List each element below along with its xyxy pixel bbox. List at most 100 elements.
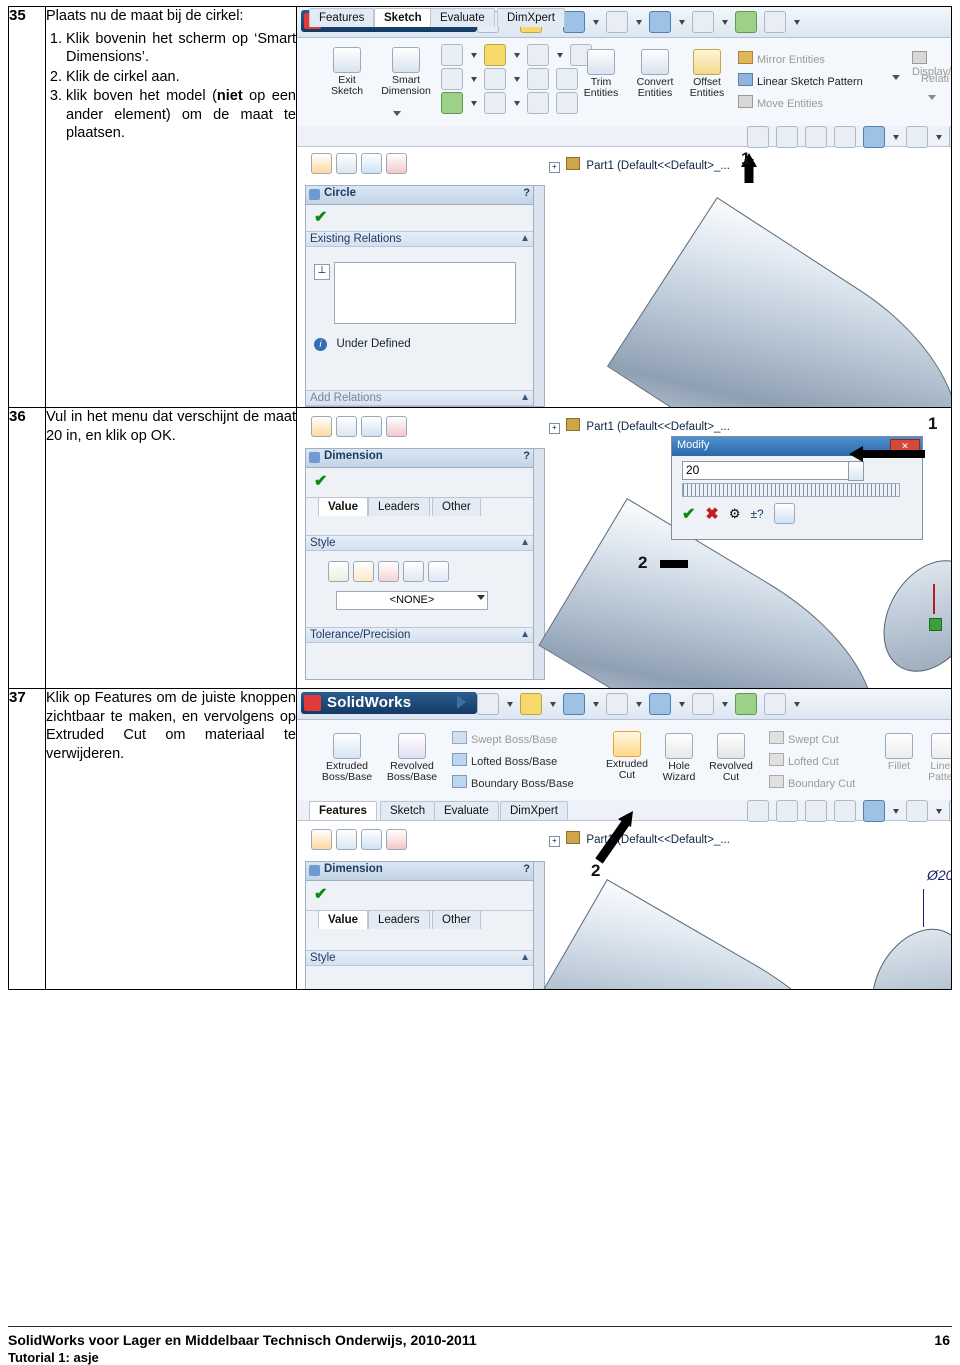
redo-icon[interactable]	[692, 11, 714, 33]
dimxpert-manager-icon[interactable]	[386, 416, 407, 437]
feature-tree-item[interactable]: + Part1 (Default<<Default>_...	[549, 418, 730, 434]
tab-value[interactable]: Value	[318, 497, 369, 516]
tab-features[interactable]: Features	[309, 8, 375, 27]
section-view-icon[interactable]	[834, 126, 856, 148]
chevron-down-icon[interactable]	[550, 701, 556, 707]
chevron-down-icon[interactable]	[679, 701, 685, 707]
style-select[interactable]: <NONE>	[336, 591, 488, 610]
chevron-down-icon[interactable]	[477, 595, 485, 600]
save-icon[interactable]	[563, 11, 585, 33]
spinner-icon[interactable]	[848, 461, 864, 481]
line-icon[interactable]	[441, 44, 463, 66]
ribbon-exit-sketch-button[interactable]: Exit Sketch	[323, 47, 371, 97]
help-icon[interactable]: ?	[523, 187, 530, 199]
ribbon-linear-sketch-pattern-item[interactable]: Linear Sketch Pattern	[738, 73, 863, 88]
chevron-down-icon[interactable]	[892, 75, 900, 80]
ribbon-lofted-boss-item[interactable]: Lofted Boss/Base	[452, 753, 557, 768]
accept-check-icon[interactable]: ✔	[314, 209, 327, 226]
configuration-manager-icon[interactable]	[361, 153, 382, 174]
dimension-slider[interactable]	[682, 483, 900, 497]
tolerance-icon[interactable]: ±?	[750, 507, 763, 521]
mark-for-drawing-icon[interactable]	[773, 503, 795, 524]
tab-sketch[interactable]: Sketch	[374, 8, 432, 27]
ribbon-extruded-cut-button[interactable]: Extruded Cut	[599, 731, 655, 781]
help-icon[interactable]: ?	[523, 863, 530, 875]
chevron-down-icon[interactable]	[557, 52, 563, 58]
chevron-up-icon[interactable]: ▲	[520, 537, 530, 548]
chevron-down-icon[interactable]	[794, 701, 800, 707]
add-relations-section[interactable]: Add Relations ▲	[306, 390, 534, 406]
ribbon-swept-cut-item[interactable]: Swept Cut	[769, 731, 839, 746]
redo-icon[interactable]	[692, 693, 714, 715]
expand-icon[interactable]: +	[549, 836, 560, 847]
tab-features[interactable]: Features	[309, 801, 377, 820]
chevron-down-icon[interactable]	[593, 19, 599, 25]
zoom-area-icon[interactable]	[776, 800, 798, 822]
rotate-view-icon[interactable]	[805, 800, 827, 822]
options-icon[interactable]	[764, 693, 786, 715]
chevron-down-icon[interactable]	[936, 134, 942, 140]
close-icon[interactable]: ✕	[890, 439, 920, 454]
undo-icon[interactable]	[649, 11, 671, 33]
ribbon-boundary-boss-item[interactable]: Boundary Boss/Base	[452, 775, 574, 790]
ellipse-icon[interactable]	[484, 92, 506, 114]
dimension-value-input[interactable]: 20	[682, 461, 853, 480]
print-icon[interactable]	[606, 693, 628, 715]
property-manager-icon[interactable]	[336, 829, 357, 850]
chevron-down-icon[interactable]	[722, 701, 728, 707]
dimxpert-manager-icon[interactable]	[386, 153, 407, 174]
options-icon[interactable]	[764, 11, 786, 33]
chevron-down-icon[interactable]	[514, 52, 520, 58]
configuration-manager-icon[interactable]	[361, 416, 382, 437]
print-icon[interactable]	[606, 11, 628, 33]
tab-leaders[interactable]: Leaders	[368, 497, 430, 516]
ribbon-swept-boss-item[interactable]: Swept Boss/Base	[452, 731, 557, 746]
ribbon-boundary-cut-item[interactable]: Boundary Cut	[769, 775, 855, 790]
chevron-up-icon[interactable]: ▲	[520, 233, 530, 244]
accept-check-icon[interactable]: ✔	[682, 504, 695, 524]
zoom-fit-icon[interactable]	[747, 126, 769, 148]
chevron-down-icon[interactable]	[636, 19, 642, 25]
save-icon[interactable]	[563, 693, 585, 715]
tab-value[interactable]: Value	[318, 910, 369, 929]
spline-icon[interactable]	[527, 68, 549, 90]
text-icon[interactable]	[556, 68, 578, 90]
feature-tree-icon[interactable]	[311, 153, 332, 174]
chevron-down-icon[interactable]	[471, 100, 477, 106]
tab-evaluate[interactable]: Evaluate	[434, 801, 499, 820]
help-icon[interactable]: ?	[523, 450, 530, 462]
chevron-down-icon[interactable]	[679, 19, 685, 25]
chevron-down-icon[interactable]	[514, 100, 520, 106]
ribbon-extruded-boss-button[interactable]: Extruded Boss/Base	[317, 733, 377, 783]
ribbon-trim-entities-button[interactable]: Trim Entities	[578, 49, 624, 99]
menu-arrow-icon[interactable]	[457, 695, 466, 709]
chevron-up-icon[interactable]: ▲	[520, 952, 530, 963]
point-icon[interactable]	[527, 92, 549, 114]
chevron-down-icon[interactable]	[507, 701, 513, 707]
zoom-fit-icon[interactable]	[747, 800, 769, 822]
tab-evaluate[interactable]: Evaluate	[430, 8, 495, 27]
zoom-area-icon[interactable]	[776, 126, 798, 148]
chevron-down-icon[interactable]	[393, 111, 401, 116]
chevron-down-icon[interactable]	[636, 701, 642, 707]
ribbon-revolved-cut-button[interactable]: Revolved Cut	[703, 733, 759, 783]
property-manager-icon[interactable]	[336, 153, 357, 174]
relations-listbox[interactable]	[334, 262, 516, 324]
centerline-icon[interactable]	[556, 92, 578, 114]
view-orientation-icon[interactable]	[863, 126, 885, 148]
ribbon-move-entities-item[interactable]: Move Entities	[738, 95, 823, 110]
ribbon-revolved-boss-button[interactable]: Revolved Boss/Base	[381, 733, 443, 783]
style-section[interactable]: Style ▲	[306, 950, 534, 966]
ribbon-smart-dimension-button[interactable]: Smart Dimension	[377, 47, 435, 97]
new-file-icon[interactable]	[477, 693, 499, 715]
tab-sketch[interactable]: Sketch	[380, 801, 436, 820]
ribbon-lofted-cut-item[interactable]: Lofted Cut	[769, 753, 839, 768]
feature-tree-icon[interactable]	[311, 829, 332, 850]
ribbon-offset-entities-button[interactable]: Offset Entities	[683, 49, 731, 99]
fillet-icon[interactable]	[441, 92, 463, 114]
display-style-icon[interactable]	[906, 800, 928, 822]
save-style-icon[interactable]	[403, 561, 424, 582]
chevron-up-icon[interactable]: ▲	[520, 629, 530, 640]
delete-style-icon[interactable]	[378, 561, 399, 582]
property-manager-icon[interactable]	[336, 416, 357, 437]
